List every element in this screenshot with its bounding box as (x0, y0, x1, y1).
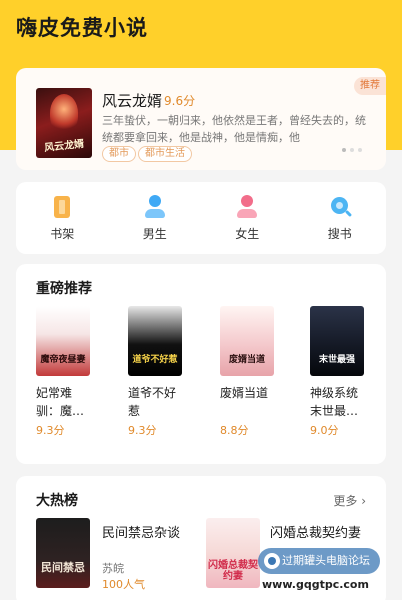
watermark-badge: 过期罐头电脑论坛 (258, 548, 380, 574)
hot-book-author: 苏皖 (102, 562, 124, 575)
book-cover[interactable]: 闪婚总裁契约妻 (206, 518, 260, 588)
watermark-url: www.gqgtpc.com (262, 578, 369, 591)
cover-title: 风云龙婿 (43, 138, 85, 155)
female-icon (235, 194, 259, 219)
tag-dushi: 都市 (102, 146, 136, 162)
nav-label: 书架 (50, 226, 75, 241)
hot-book-popularity: 100人气 (102, 578, 145, 591)
cover-title: 末世最强 (318, 355, 355, 365)
hot-book-title[interactable]: 民间禁忌杂谈 (102, 522, 180, 541)
book-item[interactable]: 废婿当道 废婿当道 8.8分 (220, 306, 276, 438)
watermark-logo-icon (264, 553, 280, 569)
book-score: 9.3分 (128, 424, 157, 437)
nav-label: 女生 (235, 226, 260, 241)
bookshelf-icon (50, 195, 74, 219)
carousel-indicator (342, 148, 362, 152)
featured-book-title[interactable]: 风云龙婿 (102, 90, 162, 111)
carousel-dot (350, 148, 354, 152)
cover-art (50, 94, 78, 132)
nav-item-bookshelf[interactable]: 书架 (27, 195, 97, 242)
book-cover[interactable]: 民间禁忌 (36, 518, 90, 588)
cover-title: 闪婚总裁契约妻 (208, 560, 258, 582)
recommend-section: 重磅推荐 魔帝夜昼妻 妃常难驯：魔… 9.3分 道爷不好惹 道爷不好惹 9.3分… (16, 264, 386, 464)
recommend-badge: 推荐 (354, 77, 386, 95)
featured-book-cover[interactable]: 风云龙婿 (36, 88, 92, 158)
book-title[interactable]: 妃常难驯：魔… (36, 384, 92, 420)
tag-dushi-shenghuo: 都市生活 (138, 146, 192, 162)
book-cover[interactable]: 道爷不好惹 (128, 306, 182, 376)
nav-label: 男生 (142, 226, 167, 241)
carousel-dot (342, 148, 346, 152)
category-nav: 书架 男生 女生 搜书 (16, 182, 386, 254)
featured-book-card[interactable]: 风云龙婿 风云龙婿 9.6分 三年蛰伏，一朝归来，他依然是王者，曾经失去的，统统… (16, 68, 386, 170)
nav-item-search[interactable]: 搜书 (305, 195, 375, 242)
book-cover[interactable]: 魔帝夜昼妻 (36, 306, 90, 376)
section-title: 重磅推荐 (36, 281, 92, 297)
app-title: 嗨皮免费小说 (16, 16, 148, 40)
section-title: 大热榜 (36, 493, 78, 509)
cover-title: 魔帝夜昼妻 (40, 355, 86, 365)
male-icon (143, 194, 167, 219)
nav-label: 搜书 (327, 226, 352, 241)
nav-item-female[interactable]: 女生 (212, 194, 282, 242)
book-item[interactable]: 道爷不好惹 道爷不好惹 9.3分 (128, 306, 184, 438)
book-title[interactable]: 道爷不好惹 (128, 384, 184, 420)
hot-book-title[interactable]: 闪婚总裁契约妻 (270, 522, 361, 541)
book-score: 9.3分 (36, 424, 65, 437)
featured-book-description: 三年蛰伏，一朝归来，他依然是王者，曾经失去的，统统都要拿回来，他是战神，他是情痴… (102, 114, 366, 144)
cover-title: 废婿当道 (228, 355, 265, 365)
book-cover[interactable]: 末世最强 (310, 306, 364, 376)
book-score: 9.0分 (310, 424, 339, 437)
more-link[interactable]: 更多 › (333, 492, 366, 509)
book-item[interactable]: 魔帝夜昼妻 妃常难驯：魔… 9.3分 (36, 306, 92, 438)
carousel-dot (358, 148, 362, 152)
cover-title: 民间禁忌 (41, 561, 85, 574)
book-score: 8.8分 (220, 424, 249, 437)
featured-book-score: 9.6分 (164, 94, 196, 108)
book-cover[interactable]: 废婿当道 (220, 306, 274, 376)
watermark-text: 过期罐头电脑论坛 (282, 554, 370, 567)
book-title[interactable]: 废婿当道 (220, 384, 276, 420)
book-item[interactable]: 末世最强 神级系统末世最… 9.0分 (310, 306, 366, 438)
cover-title: 道爷不好惹 (132, 355, 178, 365)
search-icon (328, 195, 352, 219)
nav-item-male[interactable]: 男生 (120, 194, 190, 242)
book-title[interactable]: 神级系统末世最… (310, 384, 366, 420)
